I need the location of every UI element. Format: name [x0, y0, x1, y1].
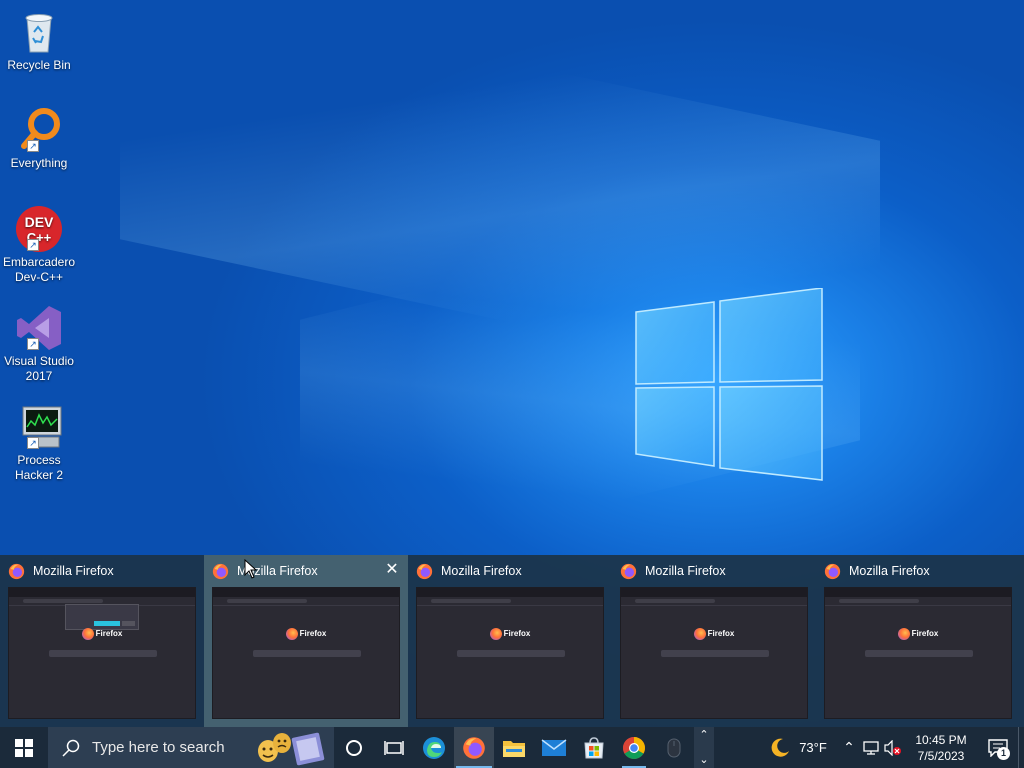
notification-count-badge: 1: [997, 747, 1010, 760]
firefox-icon: [620, 563, 637, 579]
desktop-icon-process-hacker[interactable]: ↗ Process Hacker 2: [0, 403, 78, 483]
taskbar-app-mail[interactable]: [534, 727, 574, 768]
firefox-icon: [212, 563, 229, 579]
window-thumbnail-title: Mozilla Firefox: [441, 564, 522, 578]
desktop-icon-label: Recycle Bin: [7, 58, 71, 72]
firefox-brand: Firefox: [9, 628, 195, 640]
search-icon: [62, 739, 80, 757]
window-preview: Firefox: [212, 587, 400, 719]
clock[interactable]: 10:45 PM 7/5/2023: [904, 727, 978, 768]
taskbar-app-file-explorer[interactable]: [494, 727, 534, 768]
taskbar-app-chrome[interactable]: [614, 727, 654, 768]
window-thumbnail[interactable]: Mozilla Firefox Firefox: [612, 555, 816, 727]
weather-widget[interactable]: 73°F: [758, 727, 838, 768]
cortana-icon: [346, 739, 362, 756]
volume-button[interactable]: [882, 727, 904, 768]
window-preview: Firefox: [824, 587, 1012, 719]
taskbar-app-mouse[interactable]: [654, 727, 694, 768]
taskbar-thumbnail-preview-strip: Mozilla Firefox Firefox Mozilla Firefox …: [0, 555, 1024, 727]
window-thumbnail[interactable]: Mozilla Firefox Firefox: [0, 555, 204, 727]
firefox-brand: Firefox: [825, 628, 1011, 640]
clock-date: 7/5/2023: [917, 748, 965, 763]
start-button[interactable]: [0, 727, 48, 768]
desktop-icon-visual-studio[interactable]: ↗ Visual Studio 2017: [0, 304, 78, 384]
process-hacker-icon: ↗: [15, 403, 63, 451]
desktop-icon-devcpp[interactable]: DEV C++ ↗ Embarcadero Dev-C++: [0, 205, 78, 285]
desktop-icon-label: Everything: [10, 156, 68, 170]
desktop-icon-everything[interactable]: ↗ Everything: [0, 106, 78, 171]
action-center-button[interactable]: 1: [978, 727, 1018, 768]
clock-time: 10:45 PM: [915, 732, 967, 747]
firefox-icon: [416, 563, 433, 579]
taskbar-search-box[interactable]: Type here to search: [48, 727, 334, 768]
window-preview: Firefox: [620, 587, 808, 719]
cortana-button[interactable]: [334, 727, 374, 768]
mouse-cursor-icon: [244, 559, 258, 579]
weather-temperature: 73°F: [799, 740, 827, 755]
shortcut-arrow-icon: ↗: [27, 338, 39, 350]
chevron-up-icon[interactable]: ⌃: [699, 727, 708, 743]
search-placeholder: Type here to search: [92, 739, 225, 756]
windows-wallpaper-logo: [635, 288, 823, 481]
window-preview: Firefox: [8, 587, 196, 719]
system-tray: 73°F ⌃ 10:45 PM 7/5/2023 1: [758, 727, 1024, 768]
mail-icon: [541, 738, 567, 756]
window-preview: Firefox: [416, 587, 604, 719]
chevron-down-icon[interactable]: ⌄: [699, 752, 708, 768]
chevron-up-icon: ⌃: [843, 739, 855, 755]
search-highlight-icon: [258, 732, 325, 766]
firefox-icon: [8, 563, 25, 579]
network-icon: [863, 740, 879, 755]
desktop-icon-label: Visual Studio 2017: [4, 354, 74, 383]
desktop-icon-recycle-bin[interactable]: Recycle Bin: [0, 8, 78, 73]
edge-icon: [423, 736, 445, 759]
close-icon[interactable]: ✕: [384, 562, 400, 578]
window-thumbnail[interactable]: Mozilla Firefox ✕ Firefox: [204, 555, 408, 727]
taskbar-app-firefox[interactable]: [454, 727, 494, 768]
network-button[interactable]: [860, 727, 882, 768]
window-thumbnail[interactable]: Mozilla Firefox Firefox: [408, 555, 612, 727]
firefox-icon: [463, 736, 485, 759]
taskbar-overflow-scroll[interactable]: ⌃ ⌄: [694, 727, 714, 768]
devcpp-icon-text: DEV: [25, 214, 54, 230]
firefox-icon: [824, 563, 841, 579]
dialog-preview: [65, 604, 139, 630]
taskbar-app-edge[interactable]: [414, 727, 454, 768]
firefox-brand: Firefox: [621, 628, 807, 640]
window-thumbnail[interactable]: Mozilla Firefox Firefox: [816, 555, 1020, 727]
shortcut-arrow-icon: ↗: [27, 239, 39, 251]
desktop-icon-label: Process Hacker 2: [14, 453, 64, 482]
task-view-icon: [384, 740, 404, 755]
shortcut-arrow-icon: ↗: [27, 140, 39, 152]
firefox-brand: Firefox: [417, 628, 603, 640]
taskbar-app-store[interactable]: [574, 727, 614, 768]
taskbar: Type here to search ⌃ ⌄ 73°F ⌃ 10:45 PM …: [0, 727, 1024, 768]
window-thumbnail-title: Mozilla Firefox: [33, 564, 114, 578]
mouse-app-icon: [667, 738, 681, 757]
window-thumbnail-title: Mozilla Firefox: [645, 564, 726, 578]
everything-search-icon: ↗: [15, 106, 63, 154]
show-desktop-button[interactable]: [1018, 727, 1024, 768]
task-view-button[interactable]: [374, 727, 414, 768]
recycle-bin-icon: [15, 8, 63, 56]
firefox-brand: Firefox: [213, 628, 399, 640]
desktop-icon-label: Embarcadero Dev-C++: [2, 255, 76, 284]
microsoft-store-icon: [584, 736, 604, 758]
show-hidden-icons-button[interactable]: ⌃: [838, 727, 860, 768]
windows-start-icon: [15, 738, 33, 757]
window-thumbnail-title: Mozilla Firefox: [849, 564, 930, 578]
visual-studio-icon: ↗: [15, 304, 63, 352]
file-explorer-icon: [503, 740, 525, 757]
shortcut-arrow-icon: ↗: [27, 437, 39, 449]
chrome-icon: [623, 736, 645, 759]
moon-icon: [771, 738, 790, 757]
devcpp-icon: DEV C++ ↗: [15, 205, 63, 253]
volume-muted-icon: [884, 739, 901, 756]
